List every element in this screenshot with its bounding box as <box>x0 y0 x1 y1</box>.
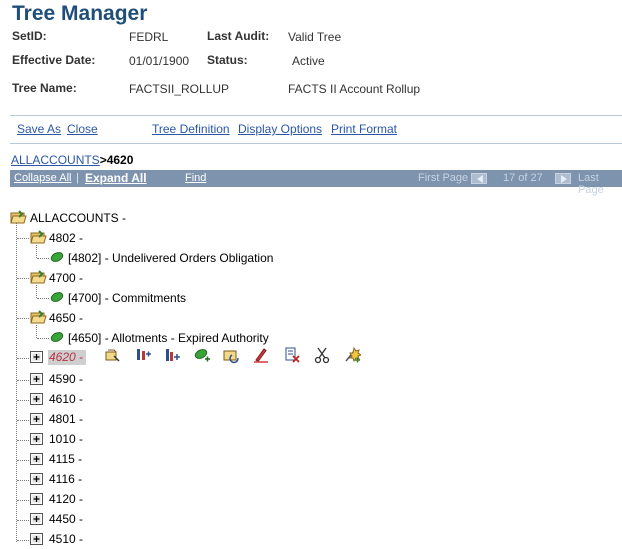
arrow-left-icon <box>477 175 483 183</box>
tree-connector <box>17 460 29 461</box>
tree-node-collapsed[interactable]: 4450 - <box>49 512 83 526</box>
setid-value: FEDRL <box>129 30 169 44</box>
print-format-link[interactable]: Print Format <box>331 122 397 136</box>
tree-root-node[interactable]: ALLACCOUNTS - <box>30 211 126 225</box>
status-value: Active <box>292 54 325 68</box>
last-audit-label: Last Audit: <box>207 29 270 43</box>
tree-connector <box>17 420 29 421</box>
tree-node-collapsed[interactable]: 4610 - <box>49 392 83 406</box>
divider-bottom <box>10 143 622 144</box>
tree-node-collapsed[interactable]: 4510 - <box>49 532 83 546</box>
tree-node-4802[interactable]: 4802 - <box>49 231 83 245</box>
tree-connector <box>37 338 49 339</box>
delete-icon[interactable] <box>283 346 301 364</box>
leaf-icon[interactable] <box>50 251 64 263</box>
insert-sibling-icon[interactable] <box>134 346 152 364</box>
expand-plus-icon[interactable] <box>30 351 43 364</box>
page-info: 17 of 27 <box>503 172 543 184</box>
next-page-button[interactable] <box>555 173 571 184</box>
open-folder-icon[interactable] <box>30 310 47 324</box>
expand-plus-icon[interactable] <box>30 413 43 426</box>
tree-connector <box>17 380 29 381</box>
tree-connector <box>17 440 29 441</box>
tree-connector <box>37 298 49 299</box>
nav-separator: | <box>76 172 79 184</box>
leaf-icon[interactable] <box>50 291 64 303</box>
tree-node-collapsed[interactable]: 1010 - <box>49 432 83 446</box>
tree-definition-link[interactable]: Tree Definition <box>152 122 230 136</box>
treename-label: Tree Name: <box>12 81 77 95</box>
move-icon[interactable] <box>343 346 361 364</box>
expand-plus-icon[interactable] <box>30 493 43 506</box>
tree-leaf-4802[interactable]: [4802] - Undelivered Orders Obligation <box>68 251 273 265</box>
tree-connector <box>17 358 29 359</box>
expand-plus-icon[interactable] <box>30 433 43 446</box>
tree-node-collapsed[interactable]: 4116 - <box>49 472 82 486</box>
divider-top <box>10 115 622 116</box>
leaf-icon[interactable] <box>50 331 64 343</box>
tree-connector <box>17 520 29 521</box>
prev-page-button[interactable] <box>471 173 487 184</box>
expand-plus-icon[interactable] <box>30 513 43 526</box>
breadcrumb: ALLACCOUNTS>4620 <box>11 153 133 167</box>
tree-connector <box>36 245 37 258</box>
first-page-label: First Page <box>418 172 469 184</box>
close-link[interactable]: Close <box>67 122 98 136</box>
effdate-value: 01/01/1900 <box>129 54 190 68</box>
tree-connector <box>17 480 29 481</box>
tree-navigation-bar: Collapse All | Expand All Find First Pag… <box>10 170 622 196</box>
insert-detail-icon[interactable] <box>193 346 211 364</box>
arrow-right-icon <box>561 175 567 183</box>
breadcrumb-root-link[interactable]: ALLACCOUNTS <box>11 153 100 167</box>
effdate-label: Effective Date: <box>12 53 96 67</box>
tree-description: FACTS II Account Rollup <box>288 82 421 96</box>
tree-connector <box>36 285 37 298</box>
edit-node-icon[interactable] <box>252 346 270 364</box>
expand-plus-icon[interactable] <box>30 453 43 466</box>
tree-connector <box>36 325 37 338</box>
expand-plus-icon[interactable] <box>30 473 43 486</box>
expand-plus-icon[interactable] <box>30 373 43 386</box>
tree-connector <box>16 222 17 542</box>
expand-all-link[interactable]: Expand All <box>85 171 147 185</box>
collapse-all-link[interactable]: Collapse All <box>14 172 71 184</box>
setid-label: SetID: <box>12 29 47 43</box>
tree-connector <box>37 258 49 259</box>
insert-child-icon[interactable] <box>163 346 181 364</box>
cut-icon[interactable] <box>313 346 331 364</box>
edit-data-icon[interactable] <box>104 346 122 364</box>
tree-connector <box>17 500 29 501</box>
tree-node-collapsed[interactable]: 4115 - <box>49 452 82 466</box>
tree-leaf-4650[interactable]: [4650] - Allotments - Expired Authority <box>68 331 269 345</box>
last-audit-value: Valid Tree <box>288 30 342 44</box>
expand-plus-icon[interactable] <box>30 393 43 406</box>
display-options-link[interactable]: Display Options <box>238 122 322 136</box>
tree-node-collapsed[interactable]: 4120 - <box>49 492 83 506</box>
expand-plus-icon[interactable] <box>30 533 43 546</box>
tree-connector <box>17 238 29 239</box>
tree-leaf-4700[interactable]: [4700] - Commitments <box>68 291 186 305</box>
tree-node-4650[interactable]: 4650 - <box>49 311 83 325</box>
tree-node-collapsed[interactable]: 4590 - <box>49 372 83 386</box>
last-page-label: Last Page <box>578 172 604 196</box>
find-link[interactable]: Find <box>185 172 206 184</box>
tree-node-4700[interactable]: 4700 - <box>49 271 83 285</box>
breadcrumb-current: >4620 <box>99 153 134 167</box>
page-title: Tree Manager <box>12 2 148 25</box>
save-as-link[interactable]: Save As <box>17 122 61 136</box>
cut-paste-icon[interactable] <box>223 346 241 364</box>
tree-connector <box>17 278 29 279</box>
open-folder-icon[interactable] <box>30 270 47 284</box>
tree-connector <box>17 400 29 401</box>
tree-connector <box>17 540 29 541</box>
treename-value: FACTSII_ROLLUP <box>129 82 230 96</box>
status-label: Status: <box>207 53 248 67</box>
open-folder-icon[interactable] <box>10 210 27 224</box>
tree-connector <box>17 318 29 319</box>
tree-node-collapsed[interactable]: 4801 - <box>49 412 83 426</box>
tree-node-4620-selected[interactable]: 4620 - <box>48 350 86 365</box>
open-folder-icon[interactable] <box>30 230 47 244</box>
